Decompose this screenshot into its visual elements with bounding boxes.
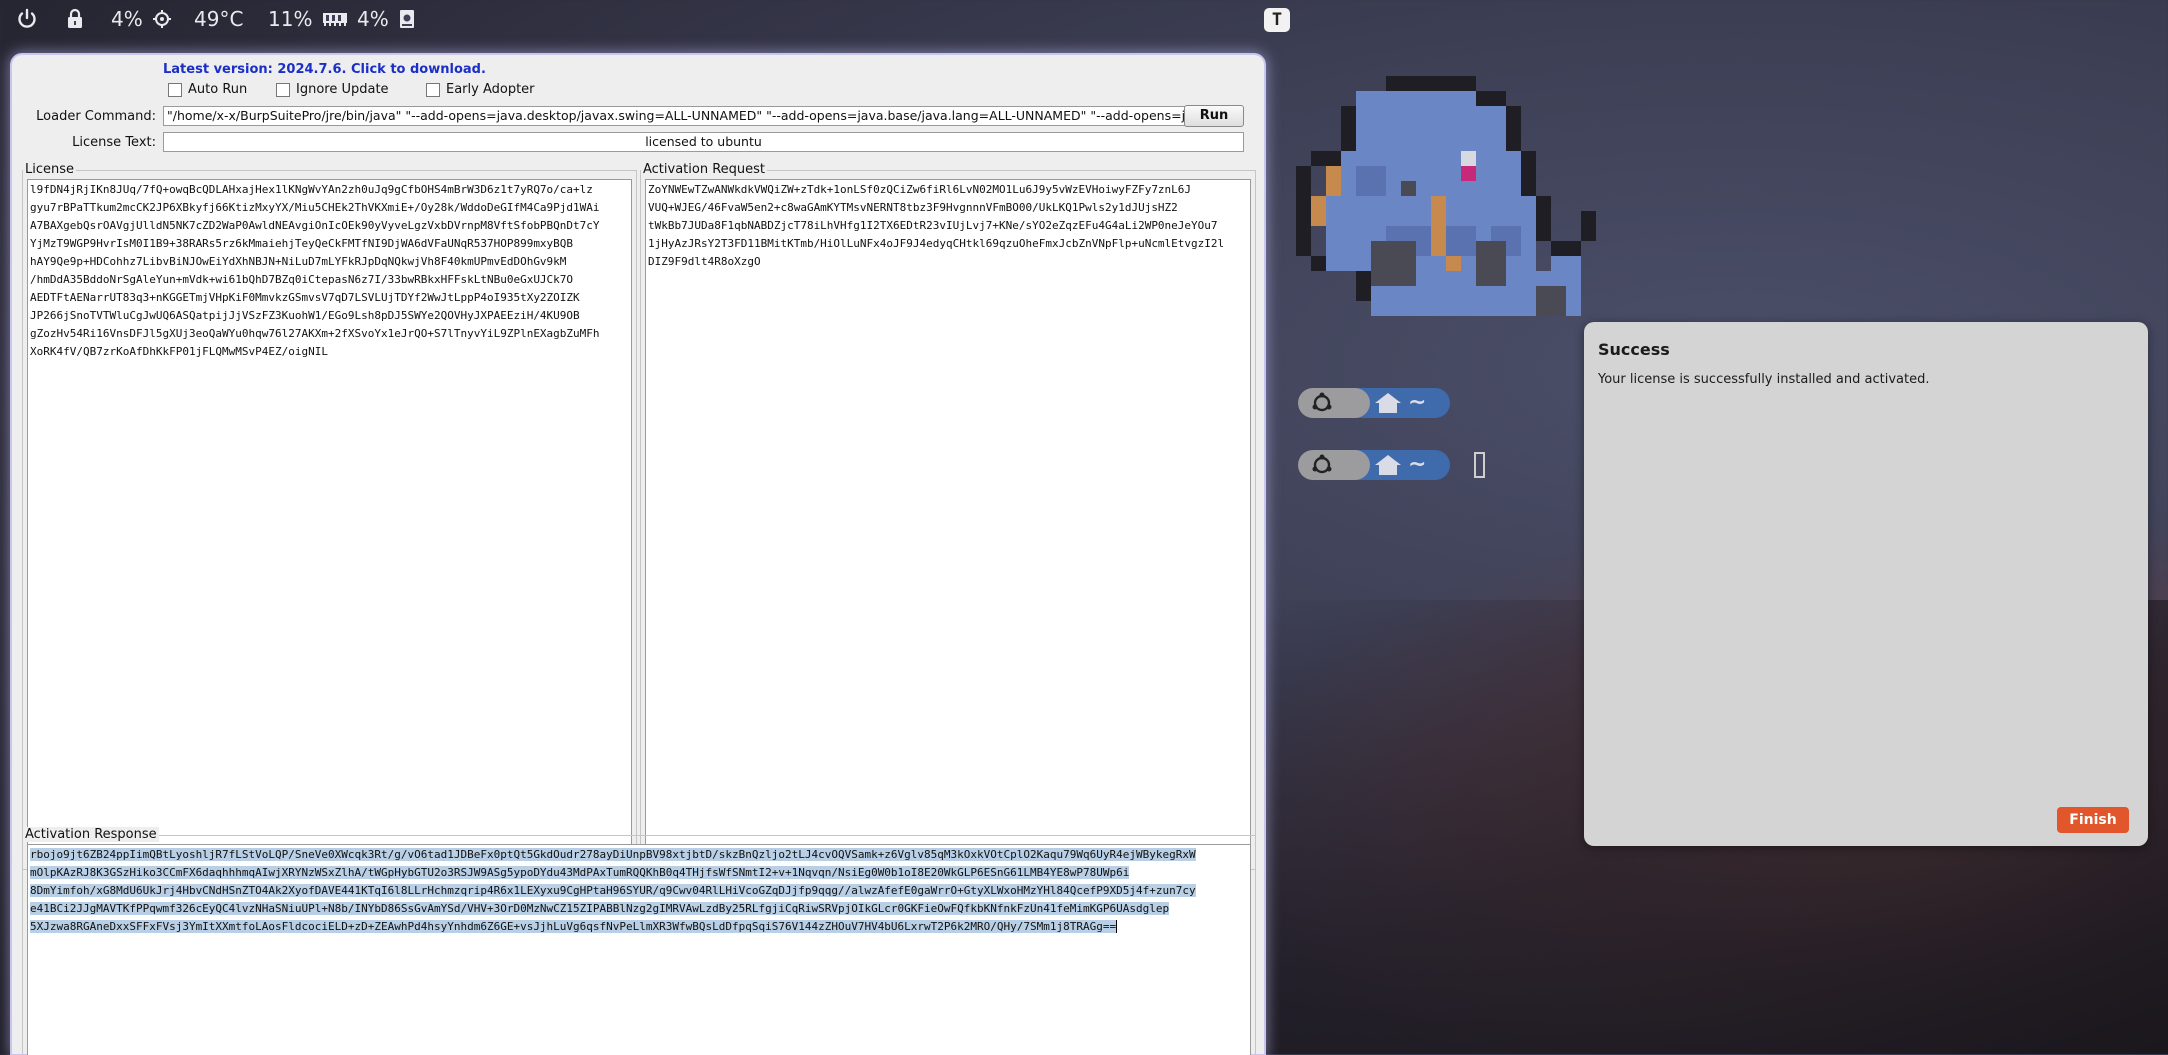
home-path-segment: ~ bbox=[1352, 388, 1450, 418]
loader-command-label: Loader Command: bbox=[36, 109, 156, 124]
activation-request-panel: Activation Request ZoYNWEwTZwANWkdkVWQiZ… bbox=[640, 162, 1256, 870]
text-line: DIZ9F9dlt4R8oXzgO bbox=[648, 255, 761, 268]
text-line: rbojo9jt6ZB24ppIimQBtLyoshljR7fLStVoLQP/… bbox=[30, 848, 1196, 861]
lock-icon[interactable] bbox=[66, 6, 84, 32]
success-dialog: Success Your license is successfully ins… bbox=[1584, 322, 2148, 846]
text-line: l9fDN4jRjIKn8JUq/7fQ+owqBcQDLAHxajHex1lK… bbox=[30, 183, 593, 196]
license-text-label: License Text: bbox=[72, 135, 156, 150]
finish-button[interactable]: Finish bbox=[2057, 807, 2129, 833]
license-title: License bbox=[23, 162, 77, 177]
auto-run-checkbox[interactable]: Auto Run bbox=[168, 82, 247, 97]
text-line: gZozHv54Ri16VnsDFJl5gXUj3eoQaWYu0hqw76l2… bbox=[30, 327, 600, 340]
home-tilde: ~ bbox=[1408, 390, 1427, 415]
run-button[interactable]: Run bbox=[1184, 105, 1244, 127]
dialog-title: Success bbox=[1598, 340, 1670, 359]
ubuntu-logo-segment bbox=[1298, 450, 1360, 480]
disk-icon bbox=[399, 9, 419, 29]
activation-response-panel: Activation Response rbojo9jt6ZB24ppIimQB… bbox=[22, 827, 1256, 1055]
text-line: 1jHyAzJRsY2T3FD11BMitKTmb/HiOlLuNFx4oJF9… bbox=[648, 237, 1225, 250]
text-line: JP266jSnoTVTWluCgJwUQ6ASQatpijJjVSzFZ3Ku… bbox=[30, 309, 580, 322]
text-line: 5XJzwa8RGAneDxxSFFxFVsj3YmItXXmtfoLAosFl… bbox=[30, 920, 1117, 933]
burp-loader-window: Latest version: 2024.7.6. Click to downl… bbox=[12, 55, 1264, 1055]
text-line: YjMzT9WGP9HvrIsM0I1B9+38RARs5rz6kMmaiehj… bbox=[30, 237, 574, 250]
activation-response-title: Activation Response bbox=[23, 827, 159, 842]
latest-version-link[interactable]: Latest version: 2024.7.6. Click to downl… bbox=[163, 62, 486, 77]
shell-prompt-pill: ~ bbox=[1298, 388, 1450, 418]
checkbox-box[interactable] bbox=[168, 82, 182, 97]
dialog-message: Your license is successfully installed a… bbox=[1598, 372, 1930, 387]
temperature: 49°C bbox=[194, 7, 244, 31]
text-line: XoRK4fV/QB7zrKoAfDhKkFP01jFLQMwMSvP4EZ/o… bbox=[30, 345, 329, 358]
memory-usage: 11% bbox=[268, 7, 313, 31]
activation-response-textarea[interactable]: rbojo9jt6ZB24ppIimQBtLyoshljR7fLStVoLQP/… bbox=[27, 844, 1251, 1055]
license-text-field[interactable]: licensed to ubuntu bbox=[163, 132, 1244, 152]
text-line: tWkBb7JUDa8F1qbNABDZjcT78iLhVHfg1I2TX6ED… bbox=[648, 219, 1218, 232]
shell-prompt-pill: ~ bbox=[1298, 450, 1450, 480]
home-icon bbox=[1375, 455, 1401, 475]
text-line: e41BCi2JJgMAVTKfPPqwmf326cEyQC4lvzNHaSNi… bbox=[30, 902, 1170, 915]
ignore-update-checkbox[interactable]: Ignore Update bbox=[276, 82, 389, 97]
home-tilde: ~ bbox=[1408, 452, 1427, 477]
ubuntu-logo-icon bbox=[1312, 392, 1332, 412]
text-line: ZoYNWEwTZwANWkdkVWQiZW+zTdk+1onLSf0zQCiZ… bbox=[648, 183, 1192, 196]
loader-command-field[interactable]: "/home/x-x/BurpSuitePro/jre/bin/java" "-… bbox=[163, 106, 1193, 126]
terminal-cursor bbox=[1474, 452, 1485, 478]
checkbox-box[interactable] bbox=[276, 82, 290, 97]
cpu-icon bbox=[152, 9, 173, 29]
text-line: 8DmYimfoh/xG8MdU6UkJrj4HbvCNdHSnZTO4Ak2X… bbox=[30, 884, 1196, 897]
text-line: A7BAXgebQsrOAVgjUlldN5NK7cZD2WaP0AwldNEA… bbox=[30, 219, 600, 232]
text-line: AEDTFtAENarrUT83q3+nKGGETmjVHpKiF0MmvkzG… bbox=[30, 291, 580, 304]
text-line: /hmDdA35BddoNrSgAleYun+mVdk+wi61bQhD7BZq… bbox=[30, 273, 574, 286]
home-icon bbox=[1375, 393, 1401, 413]
power-icon[interactable] bbox=[16, 6, 38, 32]
activation-request-textarea[interactable]: ZoYNWEwTZwANWkdkVWQiZW+zTdk+1onLSf0zQCiZ… bbox=[645, 179, 1251, 865]
early-adopter-checkbox[interactable]: Early Adopter bbox=[426, 82, 535, 97]
memory-icon bbox=[322, 9, 348, 29]
license-panel: License l9fDN4jRjIKn8JUq/7fQ+owqBcQDLAHx… bbox=[22, 162, 637, 870]
t-logo-icon[interactable]: T bbox=[1264, 8, 1290, 32]
disk-usage: 4% bbox=[357, 7, 389, 31]
text-line: VUQ+WJEG/46FvaW5en2+c8waGAmKYTMsvNERNT8t… bbox=[648, 201, 1178, 214]
license-textarea[interactable]: l9fDN4jRjIKn8JUq/7fQ+owqBcQDLAHxajHex1lK… bbox=[27, 179, 632, 865]
cpu-usage: 4% bbox=[111, 7, 143, 31]
checkbox-box[interactable] bbox=[426, 82, 440, 97]
pixel-ghost-sprite bbox=[1296, 76, 1596, 316]
ubuntu-logo-icon bbox=[1312, 454, 1332, 474]
text-line: mOlpKAzRJ8K3GSzHiko3CCmFX6daqhhhmqAIwjXR… bbox=[30, 866, 1130, 879]
text-line: gyu7rBPaTTkum2mcCK2JP6XBkyfj66KtizMxyYX/… bbox=[30, 201, 600, 214]
home-path-segment: ~ bbox=[1352, 450, 1450, 480]
ubuntu-logo-segment bbox=[1298, 388, 1360, 418]
system-top-bar: 4% 49°C 11% 4% T bbox=[0, 0, 2168, 38]
text-line: hAY9Qe9p+HDCohhz7LibvBiNJOwEiYdXhNBJN+Ni… bbox=[30, 255, 567, 268]
activation-request-title: Activation Request bbox=[641, 162, 768, 177]
